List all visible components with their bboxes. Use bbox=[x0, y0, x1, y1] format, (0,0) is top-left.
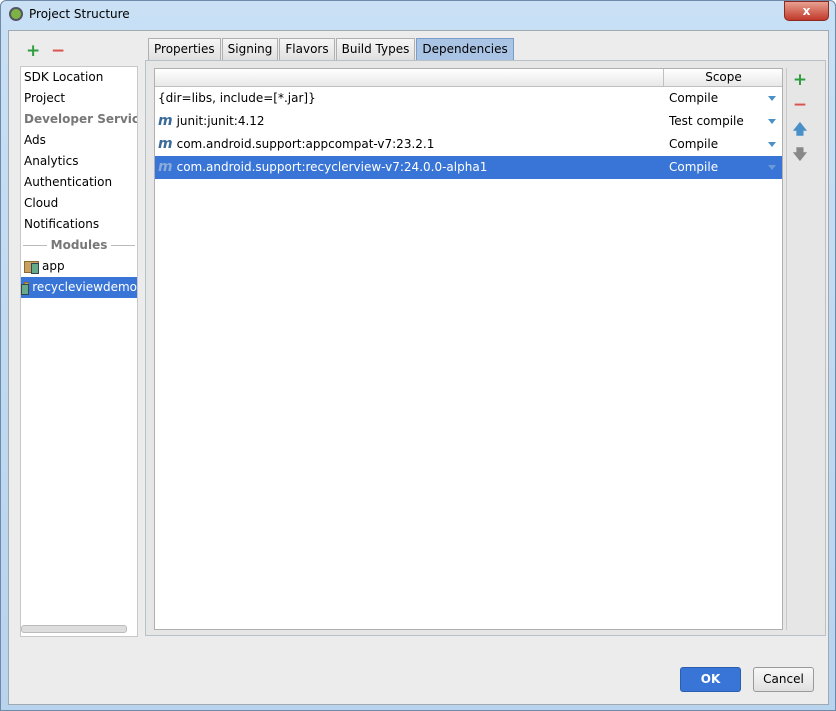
table-row-selected[interactable]: m com.android.support:recyclerview-v7:24.… bbox=[155, 156, 782, 179]
dependency-name: com.android.support:recyclerview-v7:24.0… bbox=[176, 160, 488, 174]
android-studio-icon bbox=[9, 7, 23, 21]
title-bar: Project Structure bbox=[9, 7, 130, 21]
tab-flavors[interactable]: Flavors bbox=[279, 38, 335, 60]
sidebar-item-notifications[interactable]: Notifications bbox=[21, 214, 137, 235]
table-row[interactable]: m junit:junit:4.12 Test compile bbox=[155, 110, 782, 133]
add-module-button[interactable]: + bbox=[26, 41, 40, 61]
maven-icon: m bbox=[158, 136, 173, 152]
dependency-name: junit:junit:4.12 bbox=[176, 114, 265, 128]
column-header-scope[interactable]: Scope bbox=[663, 69, 783, 86]
maven-icon: m bbox=[158, 113, 173, 129]
sidebar-item-project[interactable]: Project bbox=[21, 88, 137, 109]
sidebar-item-ads[interactable]: Ads bbox=[21, 130, 137, 151]
module-label: recycleviewdemo bbox=[32, 280, 137, 294]
table-header: Scope bbox=[155, 69, 782, 87]
dependency-name: {dir=libs, include=[*.jar]} bbox=[158, 91, 316, 105]
tab-build-types[interactable]: Build Types bbox=[335, 38, 416, 60]
scope-select[interactable]: Compile bbox=[669, 87, 718, 110]
dropdown-arrow-icon[interactable] bbox=[768, 142, 776, 147]
cancel-button[interactable]: Cancel bbox=[753, 667, 814, 692]
module-label: app bbox=[42, 259, 65, 273]
android-module-icon bbox=[21, 281, 30, 295]
move-up-button[interactable]: 🡅 bbox=[787, 118, 813, 143]
sidebar-item-sdk-location[interactable]: SDK Location bbox=[21, 67, 137, 88]
table-row[interactable]: {dir=libs, include=[*.jar]} Compile bbox=[155, 87, 782, 110]
dependency-name: com.android.support:appcompat-v7:23.2.1 bbox=[176, 137, 435, 151]
table-row[interactable]: m com.android.support:appcompat-v7:23.2.1… bbox=[155, 133, 782, 156]
dependency-toolbar: + − 🡅 🡇 bbox=[786, 68, 812, 630]
sidebar: SDK Location Project Developer Services … bbox=[20, 66, 138, 637]
tab-bar: Properties Signing Flavors Build Types D… bbox=[148, 38, 515, 60]
modules-label: Modules bbox=[50, 238, 108, 252]
ok-button[interactable]: OK bbox=[680, 667, 741, 692]
remove-dependency-button[interactable]: − bbox=[787, 93, 813, 118]
tab-dependencies[interactable]: Dependencies bbox=[416, 38, 514, 60]
remove-module-button[interactable]: − bbox=[51, 41, 65, 61]
sidebar-item-authentication[interactable]: Authentication bbox=[21, 172, 137, 193]
scope-select[interactable]: Compile bbox=[669, 133, 718, 156]
dependencies-table: Scope {dir=libs, include=[*.jar]} Compile… bbox=[154, 68, 783, 630]
tab-signing[interactable]: Signing bbox=[221, 38, 279, 60]
close-button[interactable]: x bbox=[784, 1, 829, 21]
sidebar-item-analytics[interactable]: Analytics bbox=[21, 151, 137, 172]
dropdown-arrow-icon[interactable] bbox=[768, 165, 776, 170]
scope-select[interactable]: Compile bbox=[669, 156, 718, 179]
move-down-button[interactable]: 🡇 bbox=[787, 143, 813, 168]
modules-header: Modules bbox=[21, 235, 137, 256]
maven-icon: m bbox=[158, 159, 173, 175]
tab-properties[interactable]: Properties bbox=[148, 38, 221, 60]
window-title: Project Structure bbox=[29, 7, 130, 21]
dropdown-arrow-icon[interactable] bbox=[768, 119, 776, 124]
sidebar-module-recycleviewdemo[interactable]: recycleviewdemo bbox=[21, 277, 137, 298]
sidebar-group-developer-services: Developer Services bbox=[24, 112, 138, 126]
android-module-icon bbox=[24, 260, 39, 274]
dropdown-arrow-icon[interactable] bbox=[768, 96, 776, 101]
scope-select[interactable]: Test compile bbox=[669, 110, 744, 133]
dialog-content: + − SDK Location Project Developer Servi… bbox=[8, 30, 829, 705]
project-structure-window: Project Structure x + − SDK Location Pro… bbox=[0, 0, 836, 711]
sidebar-item-cloud[interactable]: Cloud bbox=[21, 193, 137, 214]
dependencies-panel: Scope {dir=libs, include=[*.jar]} Compile… bbox=[145, 60, 826, 636]
sidebar-module-app[interactable]: app bbox=[21, 256, 137, 277]
sidebar-horizontal-scrollbar[interactable] bbox=[21, 625, 127, 633]
add-dependency-button[interactable]: + bbox=[787, 68, 813, 93]
